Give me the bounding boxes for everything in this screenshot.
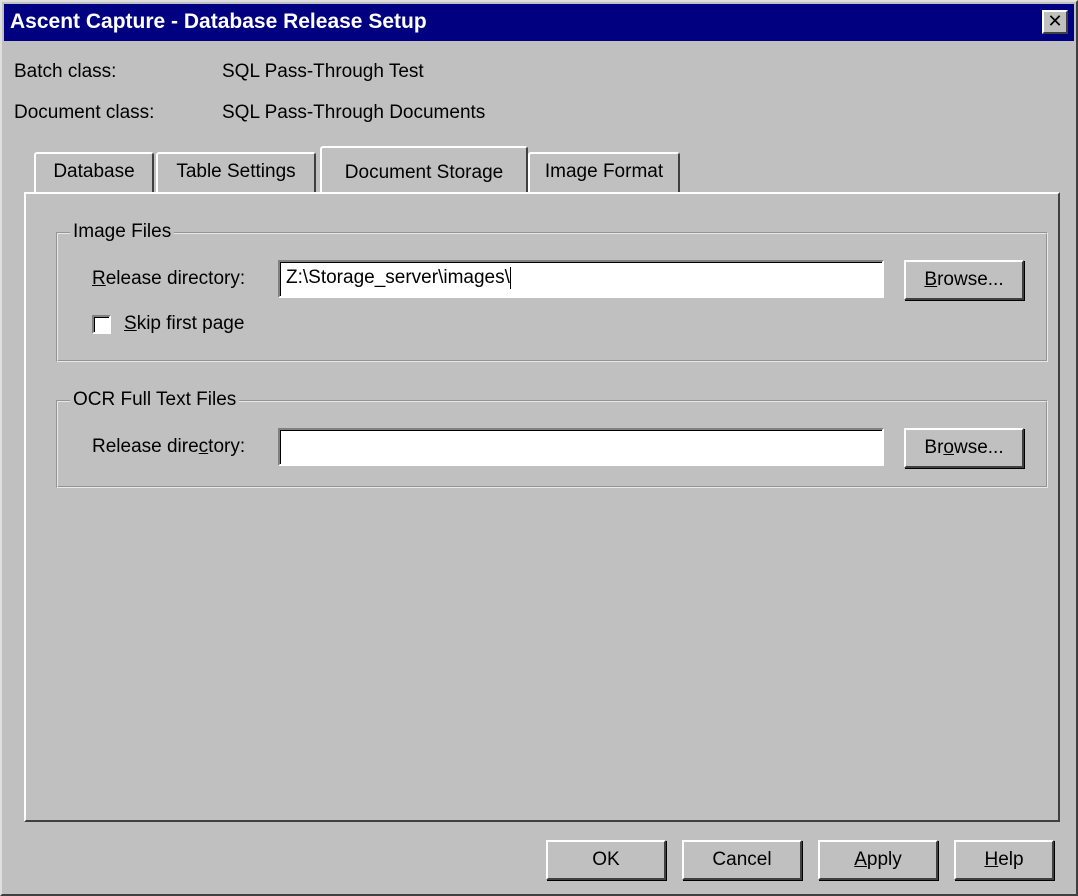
close-icon[interactable]: ✕ bbox=[1042, 10, 1068, 34]
skip-first-page-label[interactable]: Skip first page bbox=[124, 313, 244, 335]
image-files-group: Image Files Release directory: Z:\Storag… bbox=[56, 221, 1048, 362]
document-class-label: Document class: bbox=[14, 102, 155, 123]
batch-class-value: SQL Pass-Through Test bbox=[222, 61, 424, 82]
image-files-group-label: Image Files bbox=[70, 221, 175, 243]
cancel-button[interactable]: Cancel bbox=[682, 840, 802, 880]
ocr-release-directory-label: Release directory: bbox=[92, 436, 246, 457]
skip-first-page-checkbox[interactable] bbox=[92, 315, 111, 334]
document-storage-panel: Image Files Release directory: Z:\Storag… bbox=[24, 192, 1060, 822]
text-caret bbox=[509, 266, 511, 289]
apply-button[interactable]: Apply bbox=[818, 840, 938, 880]
tab-image-format[interactable]: Image Format bbox=[528, 152, 680, 192]
ocr-release-directory-input[interactable] bbox=[278, 428, 884, 466]
document-class-value: SQL Pass-Through Documents bbox=[222, 102, 486, 123]
batch-class-label: Batch class: bbox=[14, 61, 117, 82]
image-release-directory-label: Release directory: bbox=[92, 268, 246, 289]
tab-database[interactable]: Database bbox=[34, 152, 154, 192]
title-bar[interactable]: Ascent Capture - Database Release Setup … bbox=[4, 4, 1074, 41]
ok-button[interactable]: OK bbox=[546, 840, 666, 880]
help-button[interactable]: Help bbox=[954, 840, 1054, 880]
image-release-directory-input[interactable]: Z:\Storage_server\images\ bbox=[278, 260, 884, 298]
image-browse-button[interactable]: Browse... bbox=[904, 260, 1024, 300]
dialog-window: Ascent Capture - Database Release Setup … bbox=[0, 0, 1078, 896]
ocr-browse-button[interactable]: Browse... bbox=[904, 428, 1024, 468]
tab-document-storage[interactable]: Document Storage bbox=[320, 146, 528, 192]
ocr-files-group-label: OCR Full Text Files bbox=[70, 389, 240, 411]
window-title: Ascent Capture - Database Release Setup bbox=[10, 10, 427, 33]
ocr-files-group: OCR Full Text Files Release directory: B… bbox=[56, 389, 1048, 488]
tab-table-settings[interactable]: Table Settings bbox=[156, 152, 316, 192]
